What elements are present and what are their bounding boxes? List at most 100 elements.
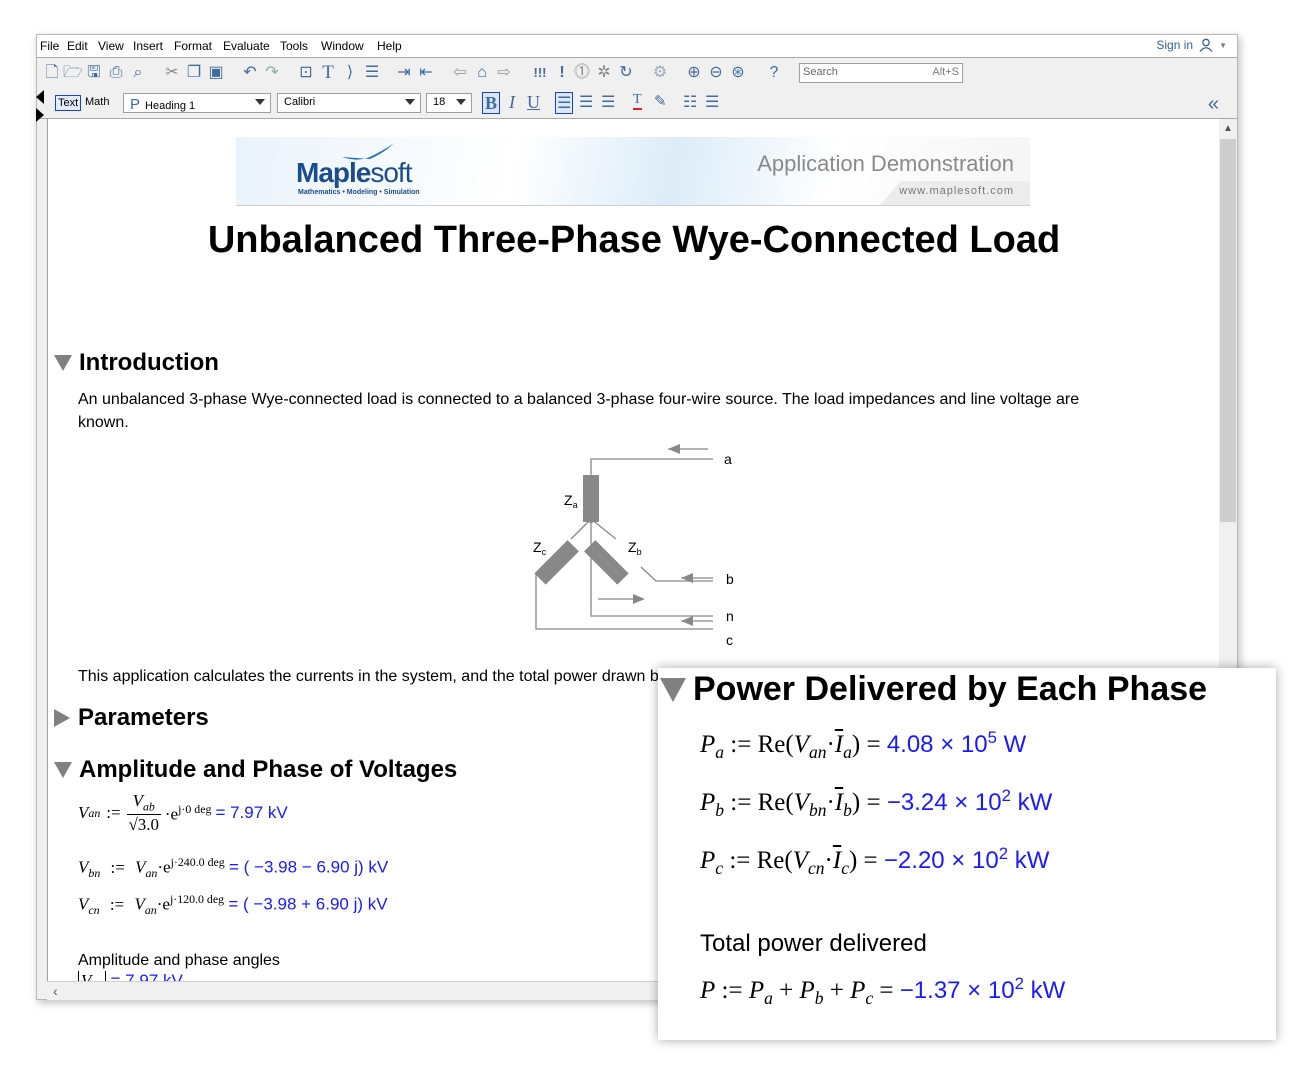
section-voltages[interactable]: Amplitude and Phase of Voltages (54, 756, 457, 784)
terminal-a: a (724, 451, 732, 467)
section-heading: Amplitude and Phase of Voltages (79, 756, 458, 783)
arrow-n-icon (633, 594, 645, 604)
section-parameters[interactable]: Parameters (54, 704, 209, 732)
highlight-icon[interactable]: ✎ (654, 92, 667, 111)
help-icon[interactable]: ? (765, 64, 783, 82)
chevron-down-icon (456, 99, 466, 105)
align-right-icon[interactable]: ☰ (601, 92, 615, 112)
pc-equation[interactable]: Pc := Re(Vcn·Ic) = −2.20 × 102 kW (700, 844, 1049, 879)
underline-button[interactable]: U (527, 92, 540, 113)
align-center-icon[interactable]: ☰ (579, 92, 593, 112)
triangle-right-icon[interactable] (36, 108, 44, 122)
terminal-b: b (726, 571, 734, 587)
vbn-equation[interactable]: Vbn := Van·ej·240.0 deg = ( −3.98 − 6.90… (78, 855, 388, 881)
sign-in-button[interactable]: Sign in ▼ (1156, 38, 1227, 52)
cut-icon[interactable]: ✂ (163, 64, 181, 82)
italic-button[interactable]: I (509, 92, 515, 113)
amplitude-label: Amplitude and phase angles (78, 952, 280, 969)
font-select[interactable]: Calibri (277, 93, 421, 113)
debug-icon[interactable]: ✲ (595, 64, 613, 82)
search-input[interactable]: Search Alt+S (799, 63, 963, 83)
van-equation[interactable]: Van := Vab √3.0 ·ej·0 deg = 7.97 kV (78, 791, 288, 835)
font-size-value: 18 (433, 96, 446, 108)
math-mode-button[interactable]: Math (83, 95, 111, 109)
align-left-icon[interactable]: ☰ (555, 92, 574, 114)
bullet-list-icon[interactable]: ☷ (683, 92, 697, 112)
text-mode-button[interactable]: Text (55, 95, 82, 111)
menu-insert[interactable]: Insert (133, 39, 163, 53)
zoom-out-icon[interactable]: ⊖ (707, 64, 725, 82)
menu-view[interactable]: View (98, 39, 124, 53)
section-heading: Introduction (79, 349, 219, 376)
scroll-up-icon[interactable]: ▲ (1223, 123, 1233, 134)
text-color-icon[interactable]: T (633, 92, 642, 110)
print-icon[interactable]: ⎙ (107, 64, 125, 82)
section-icon[interactable]: ☰ (363, 64, 381, 82)
zoom-fit-icon[interactable]: ⊛ (729, 64, 747, 82)
print-preview-icon[interactable]: ⌕ (129, 64, 147, 82)
execution-group-icon[interactable]: ⟩ (341, 64, 359, 82)
chevron-down-icon (255, 99, 265, 105)
menu-file[interactable]: File (40, 39, 59, 53)
open-folder-icon[interactable]: 🗁 (63, 64, 83, 82)
save-icon[interactable]: 🖫 (85, 64, 103, 82)
vcn-equation[interactable]: Vcn := Van·ej·120.0 deg = ( −3.98 + 6.90… (78, 892, 388, 918)
vbn-result: = ( −3.98 − 6.90 j) kV (229, 857, 389, 877)
outdent-icon[interactable]: ⇤ (417, 64, 435, 82)
wire-b (640, 566, 713, 582)
back-icon[interactable]: ⇦ (451, 64, 469, 82)
search-shortcut: Alt+S (932, 66, 959, 78)
pb-equation[interactable]: Pb := Re(Vbn·Ib) = −3.24 × 102 kW (700, 786, 1052, 821)
total-power-result: −1.37 × 102 kW (899, 974, 1066, 1004)
collapse-triangle-icon[interactable] (54, 355, 72, 371)
scrollbar-thumb[interactable] (1220, 139, 1236, 522)
section-power[interactable]: Power Delivered by Each Phase (660, 670, 1207, 709)
section-heading: Power Delivered by Each Phase (693, 670, 1208, 708)
section-introduction[interactable]: Introduction (54, 349, 219, 377)
menu-bar: File Edit View Insert Format Evaluate To… (37, 35, 1237, 57)
numbered-list-icon[interactable]: ☰ (705, 92, 719, 112)
format-toolbar: Text Math P Heading 1 Calibri 18 B I U ☰ … (37, 88, 1237, 119)
total-power-equation[interactable]: P := Pa + Pb + Pc = −1.37 × 102 kW (700, 974, 1065, 1009)
font-size-select[interactable]: 18 (426, 93, 472, 113)
restart-icon[interactable]: ↻ (617, 64, 635, 82)
redo-icon[interactable]: ↷ (263, 64, 281, 82)
palette-toggle[interactable] (36, 88, 46, 122)
label-za: Za (564, 492, 578, 510)
paste-icon[interactable]: ▣ (207, 64, 225, 82)
scroll-left-icon[interactable]: ‹ (53, 983, 58, 999)
collapse-triangle-icon[interactable] (660, 677, 686, 702)
execute-all-icon[interactable]: !!! (531, 64, 549, 82)
menu-help[interactable]: Help (377, 39, 402, 53)
menu-evaluate[interactable]: Evaluate (223, 39, 270, 53)
text-icon[interactable]: T (319, 63, 337, 82)
sign-in-label: Sign in (1156, 38, 1194, 52)
zoom-in-icon[interactable]: ⊕ (685, 64, 703, 82)
menu-tools[interactable]: Tools (280, 39, 308, 53)
collapse-palettes-button[interactable]: « (1208, 93, 1219, 116)
indent-icon[interactable]: ⇥ (395, 64, 413, 82)
insert-prompt-icon[interactable]: ⊡ (297, 64, 315, 82)
abs-van-equation[interactable]: Van = 7.97 kV (78, 971, 183, 981)
execute-icon[interactable]: ! (553, 64, 571, 82)
new-document-icon[interactable]: 🗋 (43, 64, 61, 82)
forward-icon[interactable]: ⇨ (495, 64, 513, 82)
copy-icon[interactable]: ❐ (185, 64, 203, 82)
label-zb: Zb (628, 539, 642, 557)
home-icon[interactable]: ⌂ (473, 64, 491, 82)
pa-equation[interactable]: Pa := Re(Van·Ia) = 4.08 × 105 W (700, 728, 1026, 763)
style-select[interactable]: P Heading 1 (123, 93, 271, 113)
arrow-a-icon (668, 444, 680, 454)
bold-button[interactable]: B (482, 92, 501, 114)
menu-window[interactable]: Window (321, 39, 364, 53)
expand-triangle-icon[interactable] (54, 709, 70, 727)
triangle-left-icon[interactable] (36, 90, 44, 104)
collapse-triangle-icon[interactable] (54, 762, 72, 778)
document-title: Unbalanced Three-Phase Wye-Connected Loa… (207, 219, 1061, 261)
link-icon[interactable]: ⚙ (651, 64, 669, 82)
menu-format[interactable]: Format (174, 39, 212, 53)
menu-edit[interactable]: Edit (67, 39, 88, 53)
wire-a (590, 458, 713, 519)
undo-icon[interactable]: ↶ (241, 64, 259, 82)
stop-icon[interactable]: ⓵ (573, 64, 591, 82)
